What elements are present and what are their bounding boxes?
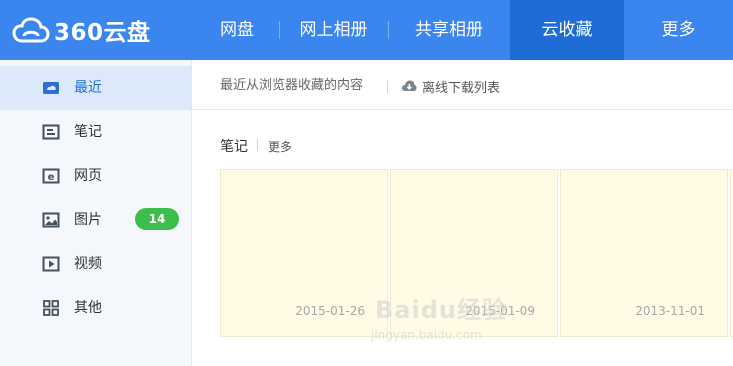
watermark-main: Baidu经验: [375, 296, 507, 324]
svg-text:e: e: [48, 172, 55, 183]
baidu-jingyan-watermark: Baidu经验 jingyan.baidu.com: [365, 280, 525, 360]
watermark-sub: jingyan.baidu.com: [371, 328, 482, 342]
sidebar: 最近 笔记 e 网页 图片 14 视频 其他: [0, 60, 192, 366]
nav-tab-netdisk[interactable]: 网盘: [195, 0, 279, 60]
recent-icon: [43, 82, 59, 94]
nav-tab-online-album[interactable]: 网上相册: [279, 0, 388, 60]
note-date: 2015-01-26: [295, 304, 365, 318]
grid-icon: [43, 300, 59, 316]
webpage-icon: e: [42, 168, 60, 184]
cloud-logo-icon: [12, 17, 50, 43]
toolbar-divider: [387, 80, 388, 93]
offline-download-link[interactable]: 离线下载列表: [401, 60, 500, 112]
brand-name: 360云盘: [54, 20, 151, 46]
sidebar-item-recent[interactable]: 最近: [0, 66, 192, 110]
offline-download-label: 离线下载列表: [422, 80, 501, 96]
image-icon: [42, 212, 60, 228]
nav-tab-cloud-favorites[interactable]: 云收藏: [510, 0, 624, 60]
note-card[interactable]: 2015-01-26: [220, 169, 388, 337]
sidebar-item-label: 最近: [74, 80, 102, 96]
note-icon: [42, 124, 60, 140]
brand-logo[interactable]: 360云盘: [12, 14, 151, 46]
video-icon: [42, 256, 60, 272]
image-count-badge: 14: [135, 208, 179, 230]
content-toolbar: 最近从浏览器收藏的内容 离线下载列表: [193, 60, 733, 110]
sidebar-item-notes[interactable]: 笔记: [0, 110, 192, 154]
section-divider: [257, 139, 258, 151]
sidebar-item-label: 视频: [74, 256, 102, 272]
main-nav: 网盘 网上相册 共享相册 云收藏 更多: [195, 0, 733, 60]
section-more-link[interactable]: 更多: [268, 138, 292, 155]
sidebar-item-images[interactable]: 图片 14: [0, 198, 192, 242]
top-navbar: 360云盘 网盘 网上相册 共享相册 云收藏 更多: [0, 0, 733, 60]
note-date: 2013-11-01: [635, 304, 705, 318]
section-title-notes: 笔记: [220, 139, 248, 155]
note-card[interactable]: 2013-11-01: [560, 169, 728, 337]
recent-hint-text: 最近从浏览器收藏的内容: [220, 78, 364, 93]
sidebar-item-others[interactable]: 其他: [0, 286, 192, 330]
sidebar-item-label: 笔记: [74, 124, 102, 140]
sidebar-item-label: 图片: [74, 212, 102, 228]
sidebar-item-videos[interactable]: 视频: [0, 242, 192, 286]
sidebar-item-webpages[interactable]: e 网页: [0, 154, 192, 198]
sidebar-item-label: 其他: [74, 300, 102, 316]
nav-tab-more[interactable]: 更多: [624, 0, 733, 60]
cloud-download-icon: [402, 80, 417, 91]
nav-tab-shared-album[interactable]: 共享相册: [388, 0, 510, 60]
sidebar-item-label: 网页: [74, 168, 102, 184]
